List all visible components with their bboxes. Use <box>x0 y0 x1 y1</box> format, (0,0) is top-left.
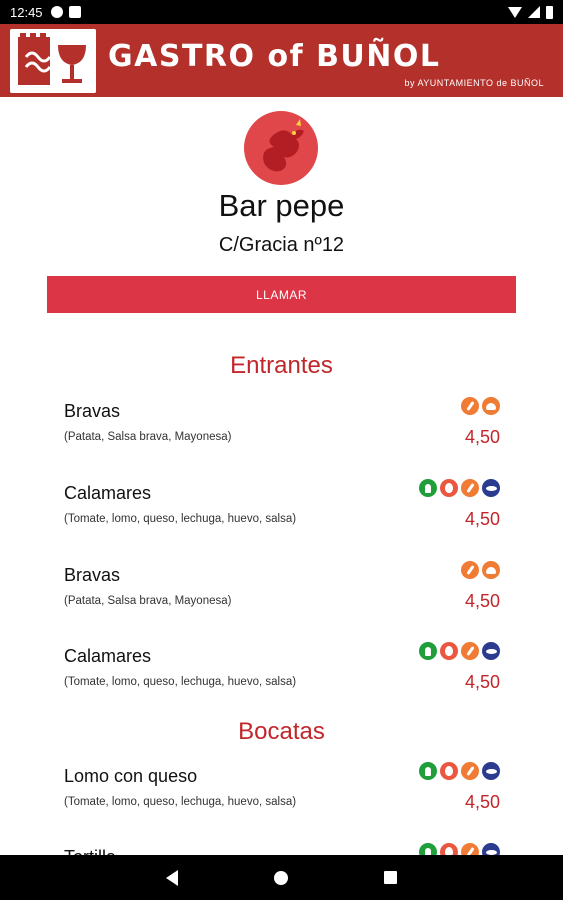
fish-icon <box>482 762 500 780</box>
call-button[interactable]: LLAMAR <box>47 276 516 313</box>
egg-icon <box>440 642 458 660</box>
signal-icon <box>528 6 540 18</box>
battery-icon <box>546 5 553 19</box>
menu-item[interactable]: Bravas (Patata, Salsa brava, Mayonesa) 4… <box>64 397 500 461</box>
leaf-icon <box>461 397 479 415</box>
menu-item-description: (Tomate, lomo, queso, lechuga, huevo, sa… <box>64 676 297 688</box>
menu-item-name: Calamares <box>64 646 152 666</box>
menu-item-price: 4,50 <box>464 427 500 447</box>
menu-item-description: (Patata, Salsa brava, Mayonesa) <box>64 431 232 443</box>
menu-item-name: Bravas <box>64 401 121 421</box>
menu-item-name: Bravas <box>64 565 121 585</box>
menu-item[interactable]: Calamares (Tomate, lomo, queso, lechuga,… <box>64 642 500 706</box>
recent-apps-icon[interactable] <box>384 871 397 884</box>
restaurant-address: C/Gracia nº12 <box>218 234 345 256</box>
cloud-icon <box>482 397 500 415</box>
menu-item-description: (Tomate, lomo, queso, lechuga, huevo, sa… <box>64 513 297 525</box>
wifi-icon <box>508 6 522 18</box>
storage-icon <box>68 6 81 18</box>
section-title-bocatas: Bocatas <box>238 718 325 745</box>
menu-item-price: 4,50 <box>464 792 500 812</box>
menu-item-description: (Tomate, lomo, queso, lechuga, huevo, sa… <box>64 796 297 808</box>
menu-item-name: Lomo con queso <box>64 766 198 786</box>
fish-icon <box>482 479 500 497</box>
back-icon[interactable] <box>166 869 178 886</box>
home-icon[interactable] <box>274 870 288 885</box>
allergen-icons <box>461 397 500 415</box>
leaf-icon <box>461 479 479 497</box>
menu-item-name: Calamares <box>64 483 152 503</box>
leaf-icon <box>461 642 479 660</box>
menu-item-price: 4,50 <box>464 591 500 611</box>
allergen-icons <box>419 642 500 660</box>
leaf-icon <box>461 561 479 579</box>
allergen-icons <box>419 762 500 780</box>
system-nav-bar <box>0 855 563 900</box>
restaurant-name: Bar pepe <box>218 188 345 223</box>
menu-item[interactable]: Calamares (Tomate, lomo, queso, lechuga,… <box>64 479 500 543</box>
menu-item-price: 4,50 <box>464 672 500 692</box>
cloud-icon <box>482 561 500 579</box>
status-indicators <box>508 5 553 19</box>
menu-item[interactable]: Bravas (Patata, Salsa brava, Mayonesa) 4… <box>64 561 500 625</box>
egg-icon <box>440 762 458 780</box>
status-bar: 12:45 <box>0 0 563 24</box>
menu-item-price: 4,50 <box>464 509 500 529</box>
drop-icon <box>419 479 437 497</box>
drop-icon <box>419 642 437 660</box>
app-title: GASTRO of BUÑOL <box>108 38 441 74</box>
restaurant-avatar <box>244 111 318 185</box>
status-time: 12:45 <box>10 4 43 20</box>
app-header: GASTRO of BUÑOL by AYUNTAMIENTO de BUÑOL <box>0 24 563 97</box>
allergen-icons <box>461 561 500 579</box>
leaf-icon <box>461 762 479 780</box>
app-logo[interactable] <box>10 28 96 93</box>
castle-glass-logo-icon <box>10 28 96 93</box>
section-title-entrantes: Entrantes <box>230 352 333 379</box>
brand-block: GASTRO of BUÑOL by AYUNTAMIENTO de BUÑOL <box>108 29 548 93</box>
drop-icon <box>419 762 437 780</box>
notification-icon <box>50 6 63 18</box>
allergen-icons <box>419 479 500 497</box>
app-subtitle: by AYUNTAMIENTO de BUÑOL <box>404 77 544 88</box>
menu-item[interactable]: Lomo con queso (Tomate, lomo, queso, lec… <box>64 762 500 826</box>
dragon-icon <box>263 119 304 172</box>
fish-icon <box>482 642 500 660</box>
menu-item-description: (Patata, Salsa brava, Mayonesa) <box>64 595 232 607</box>
egg-icon <box>440 479 458 497</box>
